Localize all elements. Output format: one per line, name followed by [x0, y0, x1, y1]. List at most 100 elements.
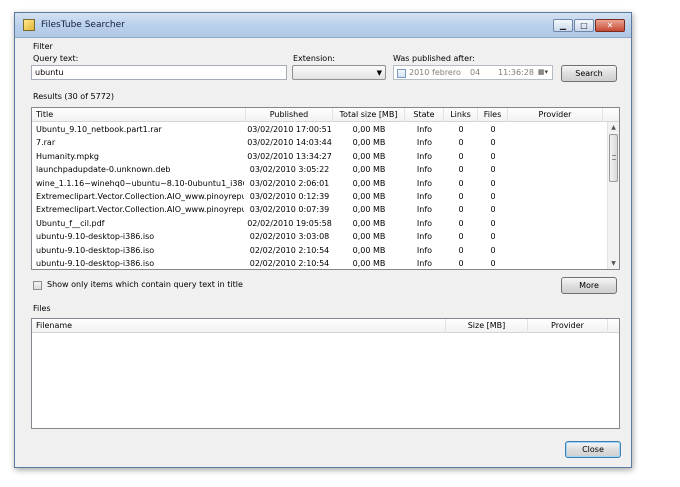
cell-provider [508, 230, 603, 243]
maximize-button[interactable]: □ [574, 19, 594, 32]
cell-published: 03/02/2010 3:05:22 [249, 165, 330, 175]
files-label: Files [33, 304, 51, 313]
cell-files: 0 [490, 192, 496, 201]
table-row[interactable]: launchpadupdate-0.unknown.deb 03/02/2010 … [32, 163, 610, 176]
cell-published: 02/02/2010 2:10:54 [249, 245, 330, 255]
column-header-title[interactable]: Title [32, 108, 246, 122]
cell-files: 0 [490, 138, 496, 148]
cell-files: 0 [490, 245, 496, 255]
column-header-published[interactable]: Published [246, 108, 333, 122]
cell-provider [508, 257, 603, 269]
cell-published: 03/02/2010 17:00:51 [247, 125, 332, 134]
cell-published: 03/02/2010 0:07:39 [249, 205, 330, 215]
close-button[interactable]: Close [565, 441, 621, 458]
cell-size: 0,00 MB [352, 165, 386, 175]
cell-size: 0,00 MB [352, 245, 386, 255]
cell-provider [508, 163, 603, 176]
date-year[interactable]: 2010 [409, 68, 429, 77]
title-only-label: Show only items which contain query text… [47, 280, 243, 289]
table-row[interactable]: ubuntu-9.10-desktop-i386.iso 02/02/2010 2… [32, 257, 610, 269]
results-scrollbar[interactable]: ▲ ▼ [607, 122, 619, 269]
cell-state: Info [416, 192, 433, 201]
app-folder-icon [23, 19, 35, 31]
search-button[interactable]: Search [561, 65, 617, 82]
date-time[interactable]: 11:36:28 [498, 68, 534, 77]
table-row[interactable]: Ubuntu_f__cil.pdf 02/02/2010 19:05:58 0,00… [32, 217, 610, 230]
table-row[interactable]: Extremeclipart.Vector.Collection.AIO_www… [32, 203, 610, 216]
column-header-provider[interactable]: Provider [508, 108, 603, 122]
cell-files: 0 [490, 232, 496, 242]
table-row[interactable]: ubuntu-9.10-desktop-i386.iso 02/02/2010 3… [32, 230, 610, 243]
table-row[interactable]: ubuntu-9.10-desktop-i386.iso 02/02/2010 2… [32, 244, 610, 257]
cell-title: ubuntu-9.10-desktop-i386.iso [36, 259, 155, 268]
table-row[interactable]: Extremeclipart.Vector.Collection.AIO_www… [32, 190, 610, 203]
scroll-up-icon[interactable]: ▲ [608, 122, 619, 133]
cell-size: 0,00 MB [352, 125, 386, 134]
cell-state: Info [416, 151, 433, 161]
table-row[interactable]: 7.rar 03/02/2010 14:03:44 0,00 MB Info 0 0 [32, 136, 610, 149]
date-day[interactable]: 04 [470, 68, 480, 77]
close-window-button[interactable]: ✕ [595, 19, 625, 32]
scroll-thumb[interactable] [609, 134, 618, 182]
title-only-checkbox[interactable] [33, 281, 42, 290]
table-row[interactable]: Ubuntu_9.10_netbook.part1.rar 03/02/2010 … [32, 123, 610, 136]
cell-title: wine_1.1.16~winehq0~ubuntu~8.10-0ubuntu1… [36, 178, 244, 188]
date-month[interactable]: febrero [432, 68, 461, 77]
cell-state: Info [416, 178, 433, 188]
grip-icon [612, 155, 616, 160]
cell-published: 02/02/2010 2:10:54 [249, 259, 330, 268]
cell-provider [508, 177, 603, 190]
cell-size: 0,00 MB [352, 205, 386, 215]
cell-title: Ubuntu_9.10_netbook.part1.rar [36, 125, 162, 134]
cell-provider [508, 217, 603, 230]
more-button[interactable]: More [561, 277, 617, 294]
cell-files: 0 [490, 165, 496, 175]
cell-provider [508, 136, 603, 149]
calendar-dropdown-icon[interactable]: ▦▾ [534, 67, 552, 78]
cell-state: Info [416, 232, 433, 242]
cell-provider [508, 244, 603, 257]
column-header-files[interactable]: Files [478, 108, 508, 122]
results-table[interactable]: Title Published Total size [MB] State Li… [31, 107, 620, 270]
published-date-picker[interactable]: 2010 febrero 04 11:36:28 [393, 65, 553, 80]
title-bar[interactable]: FilesTube Searcher ▁ □ ✕ [15, 13, 631, 38]
cell-size: 0,00 MB [352, 232, 386, 242]
results-label: Results (30 of 5772) [33, 92, 115, 101]
column-header-links[interactable]: Links [444, 108, 478, 122]
cell-published: 02/02/2010 3:03:08 [249, 232, 330, 242]
column-header-total-size[interactable]: Total size [MB] [333, 108, 405, 122]
cell-files: 0 [490, 259, 496, 268]
cell-title: 7.rar [36, 138, 56, 148]
cell-provider [508, 150, 603, 163]
cell-state: Info [416, 138, 433, 148]
cell-size: 0,00 MB [352, 192, 386, 201]
extension-select[interactable]: ▼ [292, 65, 386, 80]
query-input[interactable]: ubuntu [31, 65, 287, 80]
cell-links: 0 [458, 259, 464, 268]
cell-title: ubuntu-9.10-desktop-i386.iso [36, 232, 155, 242]
column-header-state[interactable]: State [405, 108, 444, 122]
cell-links: 0 [458, 245, 464, 255]
cell-links: 0 [458, 178, 464, 188]
published-label: Was published after: [393, 54, 475, 63]
column-header-files-provider[interactable]: Provider [528, 319, 608, 333]
files-table[interactable]: Filename Size [MB] Provider [31, 318, 620, 429]
window-title: FilesTube Searcher [41, 20, 125, 30]
scroll-down-icon[interactable]: ▼ [608, 258, 619, 269]
cell-published: 03/02/2010 13:34:27 [247, 151, 332, 161]
results-table-header: Title Published Total size [MB] State Li… [32, 108, 619, 122]
cell-links: 0 [458, 192, 464, 201]
cell-title: ubuntu-9.10-desktop-i386.iso [36, 245, 155, 255]
published-checkbox[interactable] [397, 69, 406, 78]
cell-files: 0 [490, 205, 496, 215]
column-header-filename[interactable]: Filename [32, 319, 446, 333]
cell-title: Extremeclipart.Vector.Collection.AIO_www… [36, 205, 244, 215]
cell-published: 03/02/2010 14:03:44 [247, 138, 332, 148]
column-header-size[interactable]: Size [MB] [446, 319, 528, 333]
table-row[interactable]: wine_1.1.16~winehq0~ubuntu~8.10-0ubuntu1… [32, 177, 610, 190]
cell-state: Info [416, 245, 433, 255]
cell-links: 0 [458, 125, 464, 134]
minimize-button[interactable]: ▁ [553, 19, 573, 32]
table-row[interactable]: Humanity.mpkg 03/02/2010 13:34:27 0,00 MB I… [32, 150, 610, 163]
cell-title: launchpadupdate-0.unknown.deb [36, 165, 171, 175]
